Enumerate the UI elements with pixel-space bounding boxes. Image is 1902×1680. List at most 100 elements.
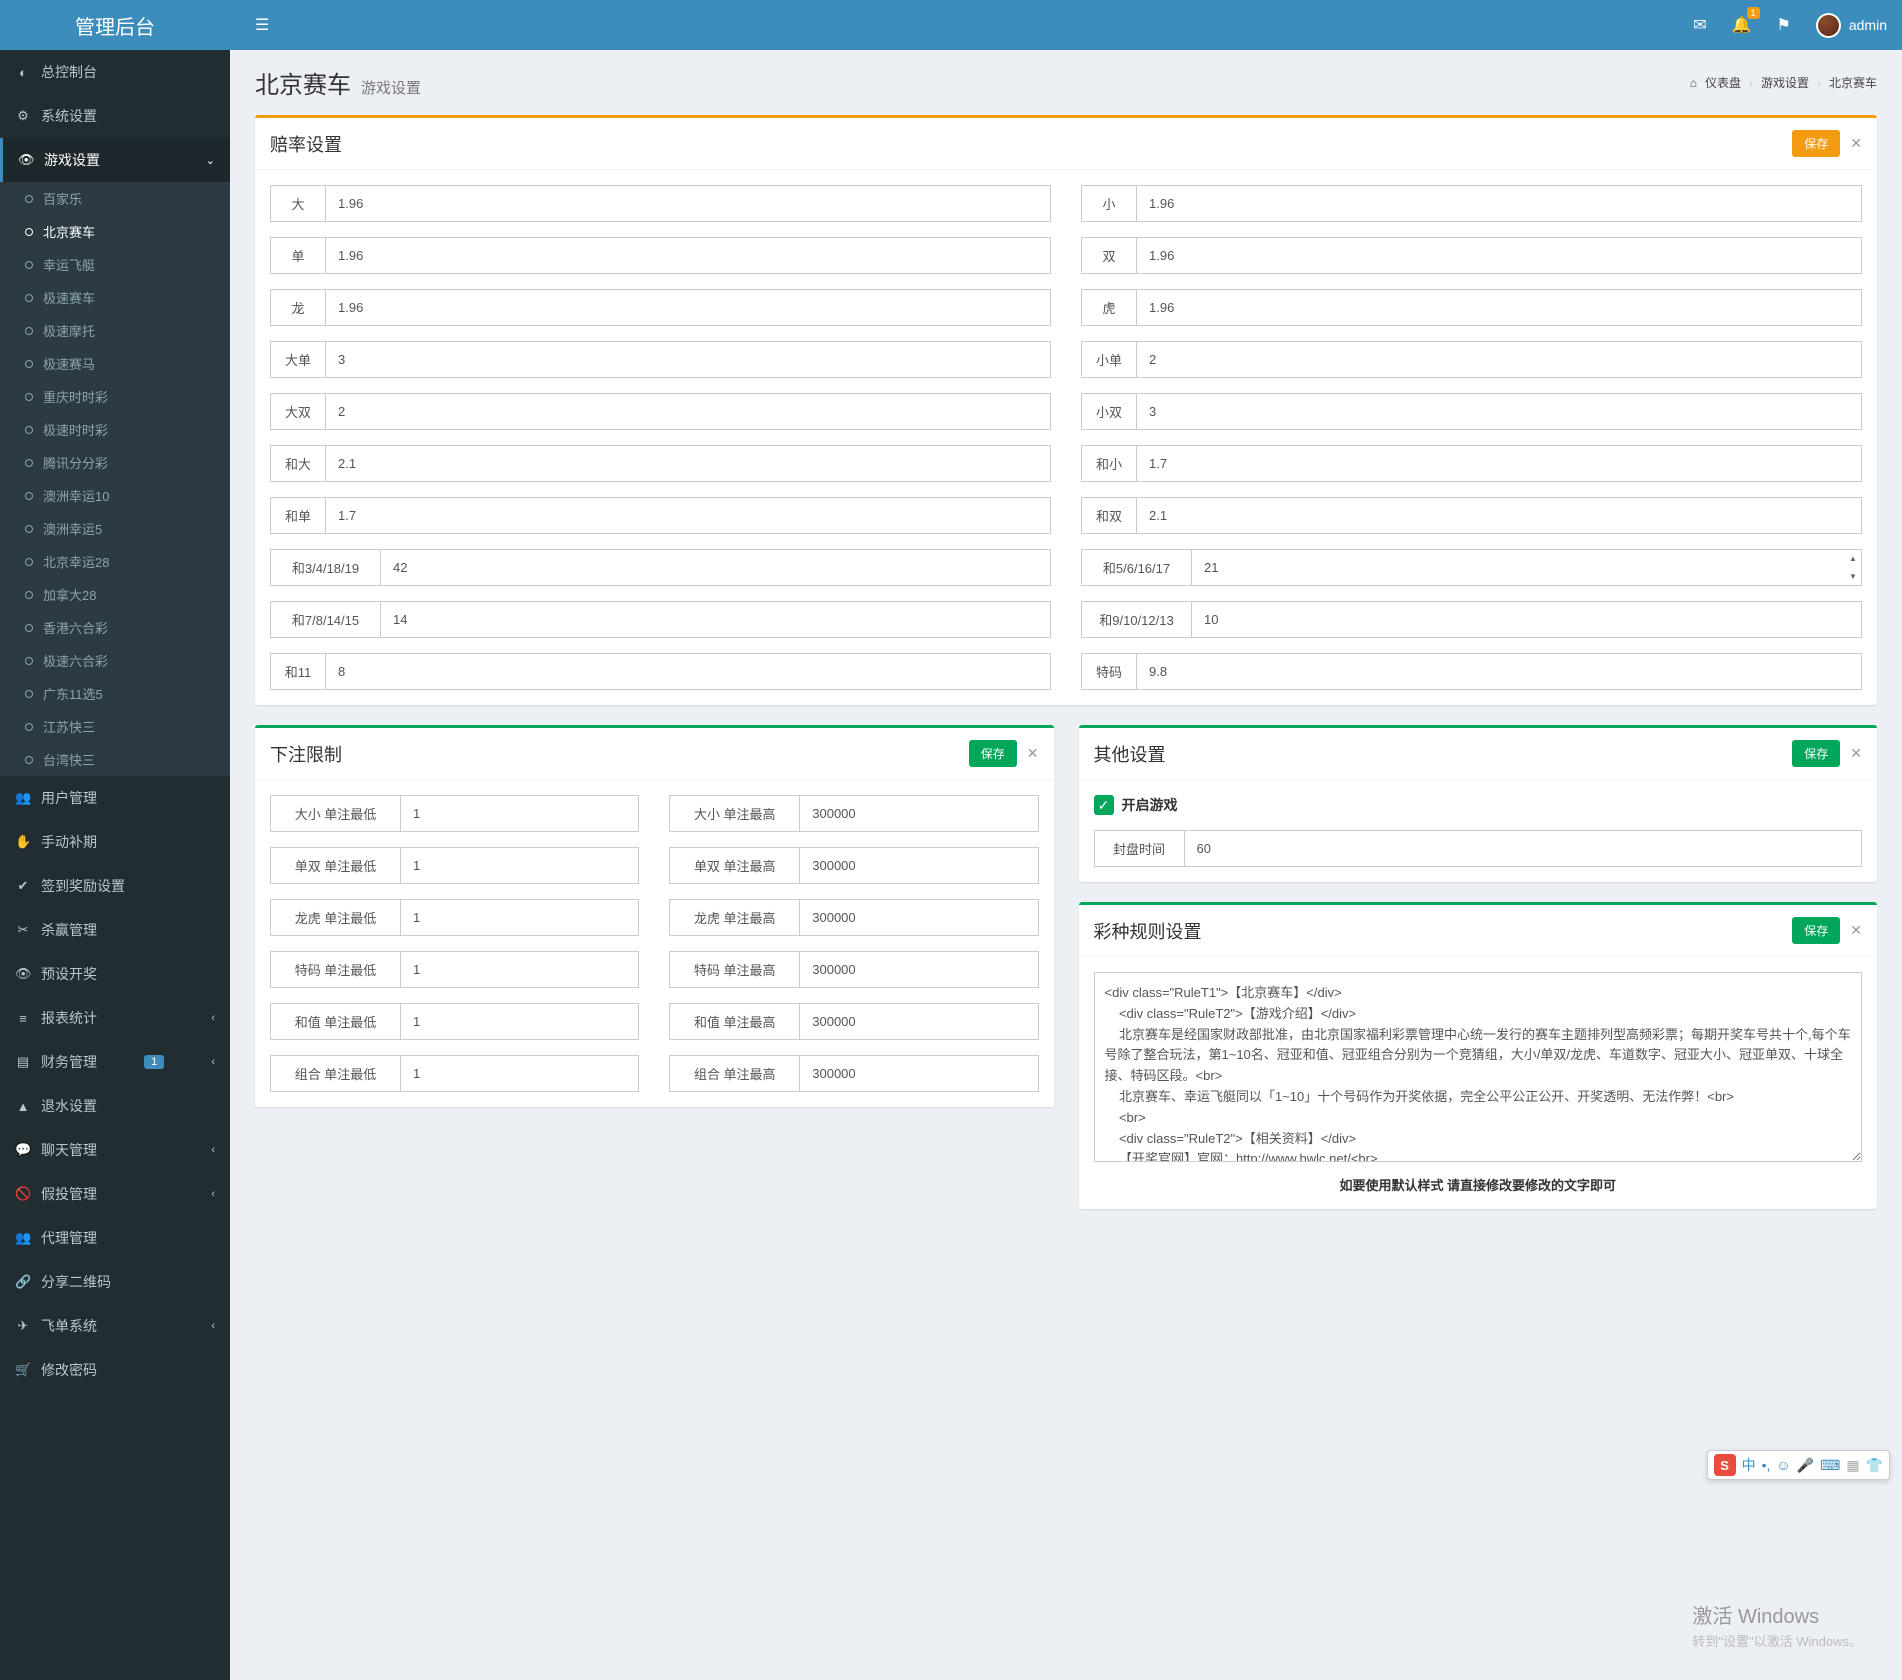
odds-input-8-r[interactable] xyxy=(1191,601,1862,638)
sidebar-subitem-2-5[interactable]: 极速赛马 xyxy=(0,347,230,380)
sidebar-item-12[interactable]: 🚫假投管理‹ xyxy=(0,1172,230,1216)
sidebar-item-16[interactable]: 🛒修改密码 xyxy=(0,1348,230,1392)
crumb-game-settings[interactable]: 游戏设置 xyxy=(1761,74,1809,91)
odds-input-5-r[interactable] xyxy=(1136,445,1862,482)
odds-input-3-r[interactable] xyxy=(1136,341,1862,378)
odds-input-3-l[interactable] xyxy=(325,341,1051,378)
sidebar-subitem-2-2[interactable]: 幸运飞艇 xyxy=(0,248,230,281)
rules-save-button[interactable]: 保存 xyxy=(1792,917,1840,944)
mail-icon[interactable]: ✉ xyxy=(1693,15,1706,35)
limit-input-0-r[interactable] xyxy=(799,795,1038,832)
sidebar-subitem-2-1[interactable]: 北京赛车 xyxy=(0,215,230,248)
odds-label-2-l: 龙 xyxy=(270,289,325,326)
enable-game-label: 开启游戏 xyxy=(1122,795,1178,815)
odds-input-5-l[interactable] xyxy=(325,445,1051,482)
ime-punct[interactable]: •, xyxy=(1762,1457,1771,1473)
ime-lang[interactable]: 中 xyxy=(1742,1455,1756,1475)
sidebar-item-2[interactable]: 👁游戏设置⌄ xyxy=(0,138,230,182)
sidebar-item-4[interactable]: ✋手动补期 xyxy=(0,820,230,864)
limit-input-4-r[interactable] xyxy=(799,1003,1038,1040)
spinner-down-icon[interactable]: ▼ xyxy=(1845,568,1861,586)
odds-input-9-r[interactable] xyxy=(1136,653,1862,690)
odds-input-7-l[interactable] xyxy=(380,549,1051,586)
odds-input-9-l[interactable] xyxy=(325,653,1051,690)
odds-input-2-r[interactable] xyxy=(1136,289,1862,326)
sidebar-item-0[interactable]: ◐总控制台 xyxy=(0,50,230,94)
sidebar-item-10[interactable]: ▲退水设置 xyxy=(0,1084,230,1128)
limit-input-2-r[interactable] xyxy=(799,899,1038,936)
limit-input-4-l[interactable] xyxy=(400,1003,639,1040)
odds-input-6-r[interactable] xyxy=(1136,497,1862,534)
spinner-up-icon[interactable]: ▲ xyxy=(1845,550,1861,568)
sidebar-subitem-2-9[interactable]: 澳洲幸运10 xyxy=(0,479,230,512)
sidebar-subitem-2-11[interactable]: 北京幸运28 xyxy=(0,545,230,578)
odds-input-4-l[interactable] xyxy=(325,393,1051,430)
odds-input-0-r[interactable] xyxy=(1136,185,1862,222)
sidebar-item-5[interactable]: ✔签到奖励设置 xyxy=(0,864,230,908)
sidebar-subitem-2-12[interactable]: 加拿大28 xyxy=(0,578,230,611)
sidebar-subitem-2-16[interactable]: 江苏快三 xyxy=(0,710,230,743)
limit-input-3-l[interactable] xyxy=(400,951,639,988)
sidebar-item-15[interactable]: ✈飞单系统‹ xyxy=(0,1304,230,1348)
odds-input-2-l[interactable] xyxy=(325,289,1051,326)
rules-textarea[interactable] xyxy=(1094,972,1863,1162)
odds-save-button[interactable]: 保存 xyxy=(1792,130,1840,157)
sidebar-item-11[interactable]: 💬聊天管理‹ xyxy=(0,1128,230,1172)
ime-skin-icon[interactable]: ▦ xyxy=(1846,1457,1859,1474)
limit-input-5-r[interactable] xyxy=(799,1055,1038,1092)
ime-toolbar[interactable]: S 中 •, ☺ 🎤 ⌨ ▦ 👕 xyxy=(1707,1450,1890,1480)
odds-input-7-r[interactable] xyxy=(1191,549,1862,586)
sidebar-item-13[interactable]: 👥代理管理 xyxy=(0,1216,230,1260)
other-save-button[interactable]: 保存 xyxy=(1792,740,1840,767)
circle-icon xyxy=(25,492,33,500)
sidebar-subitem-2-13[interactable]: 香港六合彩 xyxy=(0,611,230,644)
sidebar-item-7[interactable]: 👁预设开奖 xyxy=(0,952,230,996)
limit-input-1-r[interactable] xyxy=(799,847,1038,884)
enable-game-checkbox[interactable]: ✓ xyxy=(1094,795,1114,815)
seal-time-input[interactable] xyxy=(1184,830,1863,867)
sidebar-subitem-2-17[interactable]: 台湾快三 xyxy=(0,743,230,776)
flag-icon[interactable]: ⚑ xyxy=(1777,15,1791,35)
crumb-dashboard[interactable]: 仪表盘 xyxy=(1705,74,1741,91)
ime-mic-icon[interactable]: 🎤 xyxy=(1797,1457,1814,1474)
limit-input-3-r[interactable] xyxy=(799,951,1038,988)
close-icon[interactable]: ✕ xyxy=(1027,745,1039,762)
odds-input-4-r[interactable] xyxy=(1136,393,1862,430)
sidebar-subitem-2-0[interactable]: 百家乐 xyxy=(0,182,230,215)
limit-input-1-l[interactable] xyxy=(400,847,639,884)
sidebar-subitem-2-15[interactable]: 广东11选5 xyxy=(0,677,230,710)
bell-icon[interactable]: 🔔1 xyxy=(1732,15,1752,35)
logo[interactable]: 管理后台 xyxy=(0,0,230,50)
sidebar-item-14[interactable]: 🔗分享二维码 xyxy=(0,1260,230,1304)
sidebar-subitem-2-4[interactable]: 极速摩托 xyxy=(0,314,230,347)
sidebar-subitem-2-14[interactable]: 极速六合彩 xyxy=(0,644,230,677)
close-icon[interactable]: ✕ xyxy=(1850,922,1862,939)
dashboard-icon: ⌂ xyxy=(1690,76,1697,90)
sidebar-subitem-2-6[interactable]: 重庆时时彩 xyxy=(0,380,230,413)
sidebar-subitem-2-3[interactable]: 极速赛车 xyxy=(0,281,230,314)
sidebar-item-1[interactable]: ⚙系统设置 xyxy=(0,94,230,138)
ime-keyboard-icon[interactable]: ⌨ xyxy=(1820,1457,1840,1474)
sidebar-item-8[interactable]: ≡报表统计‹ xyxy=(0,996,230,1040)
odds-input-1-l[interactable] xyxy=(325,237,1051,274)
sidebar-subitem-2-10[interactable]: 澳洲幸运5 xyxy=(0,512,230,545)
sidebar-toggle[interactable]: ☰ xyxy=(245,10,279,40)
odds-input-0-l[interactable] xyxy=(325,185,1051,222)
sidebar-subitem-2-8[interactable]: 腾讯分分彩 xyxy=(0,446,230,479)
ime-emoji-icon[interactable]: ☺ xyxy=(1776,1457,1790,1473)
sidebar-item-6[interactable]: ✂杀赢管理 xyxy=(0,908,230,952)
odds-input-1-r[interactable] xyxy=(1136,237,1862,274)
limit-input-2-l[interactable] xyxy=(400,899,639,936)
ime-cloth-icon[interactable]: 👕 xyxy=(1866,1457,1883,1474)
sidebar-item-9[interactable]: ▤财务管理1‹ xyxy=(0,1040,230,1084)
close-icon[interactable]: ✕ xyxy=(1850,745,1862,762)
odds-input-6-l[interactable] xyxy=(325,497,1051,534)
user-menu[interactable]: admin xyxy=(1816,13,1887,38)
limit-input-5-l[interactable] xyxy=(400,1055,639,1092)
limit-input-0-l[interactable] xyxy=(400,795,639,832)
limits-save-button[interactable]: 保存 xyxy=(969,740,1017,767)
odds-input-8-l[interactable] xyxy=(380,601,1051,638)
close-icon[interactable]: ✕ xyxy=(1850,135,1862,152)
sidebar-subitem-2-7[interactable]: 极速时时彩 xyxy=(0,413,230,446)
sidebar-item-3[interactable]: 👥用户管理 xyxy=(0,776,230,820)
